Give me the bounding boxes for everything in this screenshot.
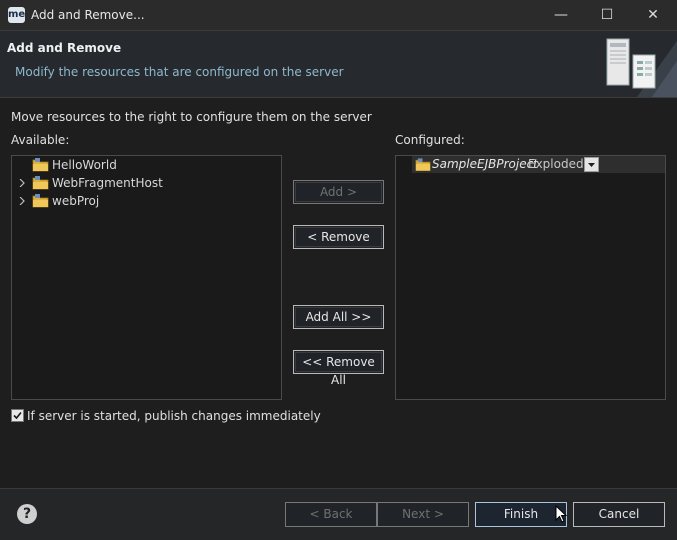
available-item-webproj[interactable]: webProj <box>12 192 281 210</box>
configured-item-label: SampleEJBProject <box>432 157 538 171</box>
maximize-button[interactable]: ☐ <box>584 0 630 31</box>
server-banner-icon <box>597 31 677 97</box>
chevron-right-icon[interactable] <box>18 197 26 205</box>
title-bar: me Add and Remove... — ☐ ✕ <box>0 0 677 31</box>
publish-immediately-checkbox[interactable] <box>11 409 24 422</box>
next-button[interactable]: Next > <box>377 502 469 527</box>
add-button-label: Add > <box>295 182 382 202</box>
window-title: Add and Remove... <box>31 8 145 22</box>
available-item-label: webProj <box>52 194 100 208</box>
available-item-helloworld[interactable]: HelloWorld <box>12 156 281 174</box>
remove-all-button[interactable]: << Remove All <box>293 350 384 387</box>
cancel-button[interactable]: Cancel <box>573 502 665 527</box>
remove-button[interactable]: < Remove <box>293 225 384 249</box>
chevron-right-icon[interactable] <box>18 179 26 187</box>
add-all-button[interactable]: Add All >> <box>293 305 384 329</box>
instruction-text: Move resources to the right to configure… <box>11 110 372 124</box>
close-button[interactable]: ✕ <box>630 0 676 31</box>
add-all-button-label: Add All >> <box>295 307 382 327</box>
project-folder-icon <box>415 158 431 171</box>
configured-label: Configured: <box>395 133 465 147</box>
available-label: Available: <box>11 133 70 147</box>
page-description: Modify the resources that are configured… <box>15 65 344 79</box>
wizard-header: Add and Remove Modify the resources that… <box>0 31 677 98</box>
finish-button[interactable]: Finish <box>475 502 567 527</box>
configured-item-sampleejbproject[interactable]: SampleEJBProject Exploded <box>412 156 665 173</box>
wizard-footer: ? < Back Next > Finish Cancel <box>0 488 677 540</box>
configured-list[interactable]: SampleEJBProject Exploded <box>395 155 666 400</box>
project-folder-icon <box>32 158 49 172</box>
available-item-label: WebFragmentHost <box>52 176 163 190</box>
project-folder-icon <box>32 176 49 190</box>
project-folder-icon <box>32 194 49 208</box>
deploy-mode-select[interactable]: Exploded <box>528 156 584 173</box>
publish-immediately-label: If server is started, publish changes im… <box>27 409 321 423</box>
help-icon[interactable]: ? <box>17 504 37 524</box>
add-button[interactable]: Add > <box>293 180 384 204</box>
checkmark-icon <box>13 411 22 420</box>
back-button[interactable]: < Back <box>285 502 377 527</box>
page-title: Add and Remove <box>7 41 122 55</box>
remove-button-label: < Remove <box>295 227 382 247</box>
available-item-webfragmenthost[interactable]: WebFragmentHost <box>12 174 281 192</box>
minimize-button[interactable]: — <box>538 0 584 31</box>
mouse-cursor-icon <box>555 505 567 523</box>
app-logo-icon: me <box>8 7 25 23</box>
available-item-label: HelloWorld <box>52 158 117 172</box>
available-list[interactable]: HelloWorld WebFragmentHost webProj <box>11 155 282 400</box>
dropdown-arrow-icon[interactable] <box>584 157 599 172</box>
remove-all-button-label: << Remove All <box>295 352 382 387</box>
